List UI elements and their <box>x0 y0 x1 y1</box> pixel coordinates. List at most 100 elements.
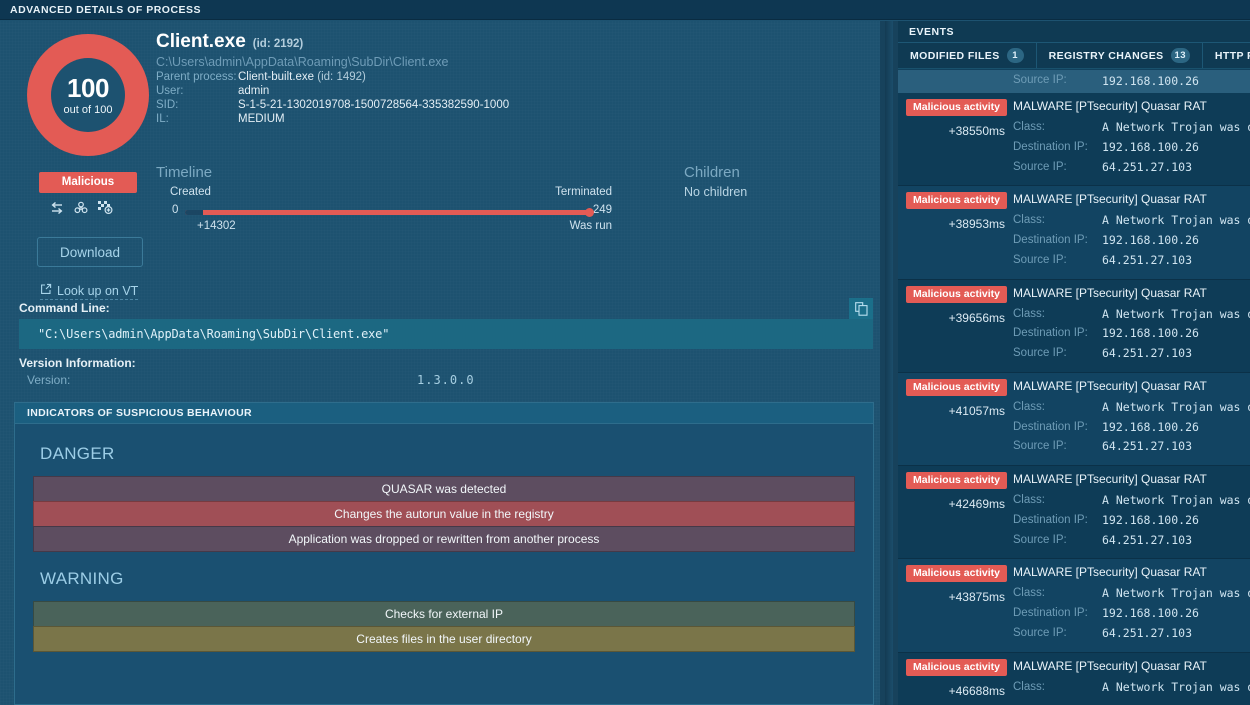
malicious-activity-badge: Malicious activity <box>906 99 1007 116</box>
command-line-value: "C:\Users\admin\AppData\Roaming\SubDir\C… <box>19 319 873 349</box>
event-timestamp: +43875ms <box>906 590 1013 604</box>
timeline-created-offset: +14302 <box>197 220 236 232</box>
indicator-group-title-warning: WARNING <box>40 569 855 589</box>
event-field-value: 64.251.27.103 <box>1102 251 1192 271</box>
event-field-value: 64.251.27.103 <box>1102 344 1192 364</box>
download-button[interactable]: Download <box>37 237 143 267</box>
main-stage: 100 out of 100 Malicious <box>0 21 1250 705</box>
indicator-group-title-danger: DANGER <box>40 444 855 464</box>
events-caption: EVENTS <box>898 21 1250 43</box>
malicious-activity-badge: Malicious activity <box>906 379 1007 396</box>
status-badge: Malicious <box>39 172 137 193</box>
copy-icon[interactable] <box>849 298 873 320</box>
event-field-key: Class: <box>1013 584 1102 604</box>
process-path: C:\Users\admin\AppData\Roaming\SubDir\Cl… <box>156 55 509 69</box>
event-field-value: 192.168.100.26 <box>1102 324 1199 344</box>
event-title: MALWARE [PTsecurity] Quasar RAT <box>1013 192 1250 206</box>
event-field-value: 192.168.100.26 <box>1102 138 1199 158</box>
exchange-arrows-icon <box>49 201 65 215</box>
event-row-partial: Source IP: 192.168.100.26 <box>898 70 1250 93</box>
event-field-value: 192.168.100.26 <box>1102 511 1199 531</box>
event-field-key: Class: <box>1013 398 1102 418</box>
look-up-on-vt-link[interactable]: Look up on VT <box>40 283 138 300</box>
vertical-scrollbar[interactable] <box>880 21 898 705</box>
event-field-key: Destination IP: <box>1013 138 1102 158</box>
indicator-item[interactable]: Checks for external IP <box>33 601 855 627</box>
children-empty-text: No children <box>684 185 747 199</box>
timeline-heading: Timeline <box>156 164 646 181</box>
event-field-key: Class: <box>1013 491 1102 511</box>
process-field-row: SID: S-1-5-21-1302019708-1500728564-3353… <box>156 99 509 111</box>
tab-http-requests[interactable]: HTTP REQUESTS <box>1203 43 1250 68</box>
score-value: 100 <box>67 75 109 101</box>
malicious-activity-badge: Malicious activity <box>906 565 1007 582</box>
timeline-bar <box>185 210 590 215</box>
event-field-key: Source IP: <box>1013 531 1102 551</box>
event-field-key: Destination IP: <box>1013 511 1102 531</box>
tab-label: MODIFIED FILES <box>910 50 1000 62</box>
event-field-key: Source IP: <box>1013 344 1102 364</box>
timeline-end-value: 249 <box>593 204 612 216</box>
table-row[interactable]: Malicious activity +38550ms MALWARE [PTs… <box>898 93 1250 186</box>
version-key: Version: <box>27 373 417 387</box>
version-value: 1.3.0.0 <box>417 373 475 387</box>
malicious-activity-badge: Malicious activity <box>906 192 1007 209</box>
tab-label: HTTP REQUESTS <box>1215 50 1250 62</box>
event-timestamp: +39656ms <box>906 311 1013 325</box>
event-timestamp: +42469ms <box>906 497 1013 511</box>
field-key: IL: <box>156 113 238 125</box>
process-flag-icons <box>49 200 149 215</box>
indicators-panel: INDICATORS OF SUSPICIOUS BEHAVIOUR DANGE… <box>14 402 874 705</box>
event-field-value: 64.251.27.103 <box>1102 531 1192 551</box>
table-row[interactable]: Malicious activity +46688ms MALWARE [PTs… <box>898 653 1250 705</box>
table-row[interactable]: Malicious activity +43875ms MALWARE [PTs… <box>898 559 1250 652</box>
event-field-value: 64.251.27.103 <box>1102 437 1192 457</box>
event-field-value: A Network Trojan was d <box>1102 584 1250 604</box>
table-row[interactable]: Malicious activity +41057ms MALWARE [PTs… <box>898 373 1250 466</box>
timeline-was-run-label: Was run <box>570 220 612 232</box>
process-name: Client.exe <box>156 31 246 53</box>
indicator-item[interactable]: QUASAR was detected <box>33 476 855 502</box>
event-title: MALWARE [PTsecurity] Quasar RAT <box>1013 565 1250 579</box>
indicator-item[interactable]: Creates files in the user directory <box>33 626 855 652</box>
event-timestamp: +41057ms <box>906 404 1013 418</box>
event-field-key: Destination IP: <box>1013 604 1102 624</box>
page-title: ADVANCED DETAILS OF PROCESS <box>10 4 201 16</box>
indicator-item[interactable]: Application was dropped or rewritten fro… <box>33 526 855 552</box>
event-title: MALWARE [PTsecurity] Quasar RAT <box>1013 99 1250 113</box>
tab-registry-changes[interactable]: REGISTRY CHANGES 13 <box>1037 43 1203 68</box>
table-row[interactable]: Malicious activity +38953ms MALWARE [PTs… <box>898 186 1250 279</box>
tab-modified-files[interactable]: MODIFIED FILES 1 <box>898 43 1037 68</box>
field-key: SID: <box>156 99 238 111</box>
event-timestamp: +38550ms <box>906 124 1013 138</box>
command-line-label: Command Line: <box>19 301 110 315</box>
partial-value: 192.168.100.26 <box>1102 74 1199 88</box>
tab-label: REGISTRY CHANGES <box>1049 50 1164 62</box>
event-title: MALWARE [PTsecurity] Quasar RAT <box>1013 472 1250 486</box>
version-row: Version: 1.3.0.0 <box>27 373 547 387</box>
event-field-key: Class: <box>1013 118 1102 138</box>
events-tabs: MODIFIED FILES 1 REGISTRY CHANGES 13 HTT… <box>898 43 1250 69</box>
table-row[interactable]: Malicious activity +39656ms MALWARE [PTs… <box>898 280 1250 373</box>
event-title: MALWARE [PTsecurity] Quasar RAT <box>1013 286 1250 300</box>
biohazard-icon <box>73 200 89 215</box>
timeline-start-value: 0 <box>172 204 178 216</box>
vt-link-label: Look up on VT <box>57 284 138 298</box>
event-timestamp: +38953ms <box>906 217 1013 231</box>
children-heading: Children <box>684 164 747 181</box>
events-panel: EVENTS MODIFIED FILES 1 REGISTRY CHANGES… <box>898 21 1250 705</box>
process-field-row: IL: MEDIUM <box>156 113 509 125</box>
event-field-value: A Network Trojan was d <box>1102 305 1250 325</box>
event-field-key: Destination IP: <box>1013 231 1102 251</box>
event-field-key: Destination IP: <box>1013 418 1102 438</box>
table-row[interactable]: Malicious activity +42469ms MALWARE [PTs… <box>898 466 1250 559</box>
event-timestamp: +46688ms <box>906 684 1013 698</box>
process-id: (id: 2192) <box>253 38 304 50</box>
event-field-key: Source IP: <box>1013 437 1102 457</box>
flag-plus-icon <box>97 200 114 215</box>
tab-count-badge: 1 <box>1007 48 1024 63</box>
event-field-value: A Network Trojan was d <box>1102 398 1250 418</box>
indicator-item[interactable]: Changes the autorun value in the registr… <box>33 501 855 527</box>
tab-count-badge: 13 <box>1171 48 1190 63</box>
events-list[interactable]: Source IP: 192.168.100.26 Malicious acti… <box>898 70 1250 705</box>
